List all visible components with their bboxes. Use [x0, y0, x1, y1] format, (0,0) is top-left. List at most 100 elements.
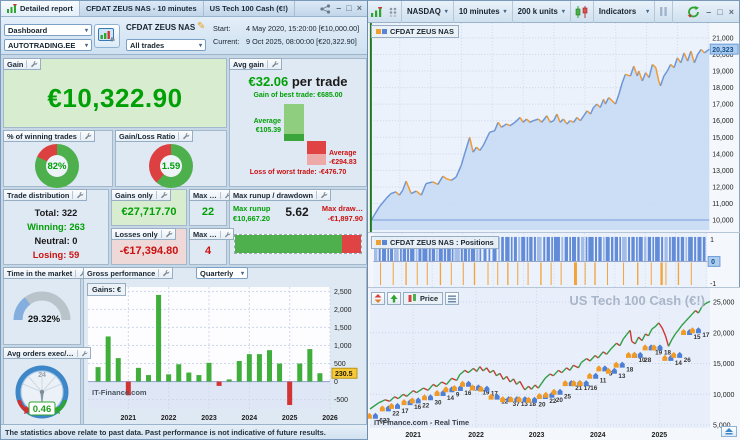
- gains-only-panel: Gains only €27,717.70: [111, 189, 187, 226]
- price-chart-buttons: Price: [371, 292, 459, 305]
- positions-legend[interactable]: CFDAT ZEUS NAS : Positions: [371, 236, 499, 249]
- chart-type-button[interactable]: [368, 1, 385, 23]
- avg-orders-header[interactable]: Avg orders exec/…: [3, 347, 91, 359]
- svg-text:18,000: 18,000: [712, 85, 733, 92]
- layout-grid-button[interactable]: [385, 1, 402, 23]
- max-losses-header[interactable]: Max …: [189, 228, 234, 240]
- trade-distribution-header[interactable]: Trade distribution: [3, 189, 87, 201]
- tab-instrument[interactable]: US Tech 100 Cash (€!): [204, 1, 295, 16]
- price-watermark: US Tech 100 Cash (€!): [569, 293, 705, 308]
- avg-orders-title: Avg orders exec/…: [7, 349, 74, 358]
- equity-curve-chart[interactable]: 21,00020,00019,00018,00017,00016,00015,0…: [368, 23, 740, 233]
- gain-loss-ratio-header[interactable]: Gain/Loss Ratio: [115, 130, 193, 142]
- chevron-down-icon: ▾: [196, 42, 202, 49]
- positions-legend-label: CFDAT ZEUS NAS : Positions: [390, 238, 494, 247]
- pause-button[interactable]: [655, 1, 673, 23]
- svg-text:20: 20: [539, 402, 547, 409]
- svg-text:12,000: 12,000: [712, 184, 733, 191]
- winning-trades-title: % of winning trades: [7, 132, 77, 141]
- equity-legend[interactable]: CFDAT ZEUS NAS: [371, 25, 459, 38]
- ratio-donut-hole: 1.59: [160, 155, 182, 177]
- close-button[interactable]: ×: [357, 4, 362, 13]
- wrench-icon[interactable]: [158, 269, 170, 277]
- wrench-icon[interactable]: [220, 231, 231, 238]
- account-select[interactable]: AUTOTRADING.EE▾: [4, 39, 92, 51]
- svg-text:16: 16: [590, 385, 598, 392]
- units-select[interactable]: 200 k units▾: [513, 1, 571, 23]
- wrench-icon[interactable]: [156, 191, 168, 199]
- buy-order-button[interactable]: [387, 292, 401, 305]
- winning-trades-header[interactable]: % of winning trades: [3, 130, 95, 142]
- period-select[interactable]: Quarterly▾: [196, 267, 248, 279]
- svg-text:10,000: 10,000: [712, 218, 733, 225]
- symbol-select[interactable]: NASDAQ▾: [402, 1, 454, 23]
- max-wins-header[interactable]: Max …: [189, 189, 234, 201]
- wrench-icon[interactable]: [77, 350, 88, 357]
- gross-performance-header[interactable]: Gross performance: [83, 267, 173, 279]
- svg-text:17: 17: [702, 332, 710, 339]
- tab-strategy[interactable]: CFDAT ZEUS NAS - 10 minutes: [80, 1, 204, 16]
- price-footer: IT-Finance.com - Real Time: [374, 418, 469, 427]
- timeframe-select[interactable]: 10 minutes▾: [454, 1, 513, 23]
- trading-workspace: Detailed report CFDAT ZEUS NAS - 10 minu…: [0, 0, 740, 440]
- chevron-down-icon: ▾: [82, 27, 88, 34]
- losses-only-header[interactable]: Losses only: [111, 228, 176, 240]
- status-text: The statistics above relate to past data…: [5, 428, 326, 437]
- wrench-icon[interactable]: [178, 132, 190, 140]
- avg-gain-header[interactable]: Avg gain: [229, 58, 282, 70]
- runup-row: Max runup€10,667.20 5.62 Max draw…-€1,89…: [233, 204, 363, 224]
- dashboard-select[interactable]: Dashboard▾: [4, 24, 92, 36]
- wrench-icon[interactable]: [267, 60, 279, 68]
- svg-text:14,000: 14,000: [712, 151, 733, 158]
- expand-panel-button[interactable]: [721, 426, 737, 437]
- grid-icon: [389, 7, 397, 17]
- chart-stack: CFDAT ZEUS NAS 21,00020,00019,00018,0001…: [368, 23, 739, 439]
- blue-series-swatch: [382, 29, 387, 34]
- wrench-icon[interactable]: [80, 132, 92, 140]
- gains-only-header[interactable]: Gains only: [111, 189, 171, 201]
- sell-order-button[interactable]: [371, 292, 385, 305]
- report-settings-button[interactable]: [94, 24, 120, 48]
- price-legend[interactable]: Price: [403, 292, 443, 305]
- indicators-button[interactable]: Indicators: [594, 1, 641, 23]
- svg-text:-500: -500: [334, 397, 348, 404]
- maximize-button[interactable]: □: [346, 4, 351, 13]
- runup-ratio: 5.62: [283, 204, 311, 224]
- candlestick-style-button[interactable]: [571, 1, 594, 23]
- trades-filter-select[interactable]: All trades▾: [126, 39, 206, 51]
- chart-bars-icon: [371, 7, 382, 17]
- wrench-icon[interactable]: [161, 230, 173, 238]
- edit-strategy-icon[interactable]: ✎: [197, 21, 205, 32]
- svg-text:16,000: 16,000: [712, 118, 733, 125]
- wrench-icon[interactable]: [316, 191, 328, 199]
- gross-performance-chart[interactable]: 2021202220232024202520262,5002,0001,5001…: [84, 282, 366, 424]
- minimize-button[interactable]: –: [336, 4, 341, 13]
- time-in-market-header[interactable]: Time in the market: [3, 267, 89, 279]
- gain-panel-header[interactable]: Gain: [3, 58, 41, 70]
- indicators-dropdown[interactable]: ▾: [641, 1, 655, 23]
- svg-text:20: 20: [556, 397, 564, 404]
- wrench-icon[interactable]: [26, 60, 38, 68]
- avg-win-bar: [284, 104, 304, 134]
- svg-text:10,000: 10,000: [713, 392, 735, 399]
- minimize-button[interactable]: –: [706, 7, 711, 17]
- svg-text:19: 19: [655, 349, 663, 356]
- runup-block: Max runup€10,667.20: [233, 204, 283, 224]
- svg-text:2025: 2025: [652, 432, 668, 439]
- avg-loss-bar-marker: [307, 154, 326, 165]
- maximize-button[interactable]: □: [717, 7, 722, 17]
- svg-text:11: 11: [600, 378, 607, 385]
- price-legend-label: Price: [420, 294, 438, 303]
- wrench-icon[interactable]: [72, 191, 84, 199]
- tab-detailed-report[interactable]: Detailed report: [1, 1, 80, 16]
- share-icon[interactable]: [320, 4, 331, 14]
- refresh-icon[interactable]: [687, 6, 700, 18]
- order-list-button[interactable]: [445, 292, 459, 305]
- close-button[interactable]: ×: [729, 7, 734, 17]
- dial-top-label: 24: [38, 372, 46, 379]
- gain-loss-ratio-panel: Gain/Loss Ratio 1.59: [115, 130, 227, 187]
- svg-text:0: 0: [711, 259, 715, 266]
- runup-header[interactable]: Max runup / drawdown: [229, 189, 331, 201]
- winning-trades-value: 82%: [47, 161, 66, 172]
- svg-text:17,000: 17,000: [712, 102, 733, 109]
